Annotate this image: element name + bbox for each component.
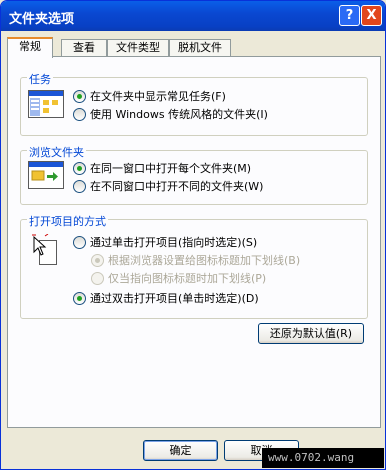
tab-offline-files[interactable]: 脱机文件 — [169, 39, 231, 56]
window-title: 文件夹选项 — [9, 12, 75, 27]
ok-button[interactable]: 确定 — [143, 440, 218, 461]
help-button[interactable]: ? — [339, 5, 360, 26]
radio-selected-icon — [73, 161, 86, 175]
double-click-label: 通过双击打开项目(单击时选定)(D) — [90, 292, 259, 305]
browse-folders-group-label: 浏览文件夹 — [27, 144, 86, 160]
single-click-radio[interactable]: 通过单击打开项目(指向时选定)(S) — [73, 234, 257, 250]
tab-general[interactable]: 常规 — [7, 37, 53, 58]
tasks-group: 任务 在文件夹中显示常见任务(F) 使用 Windows 传统风格的文件夹(I) — [20, 71, 368, 136]
same-window-radio[interactable]: 在同一窗口中打开每个文件夹(M) — [73, 160, 251, 176]
show-common-tasks-radio[interactable]: 在文件夹中显示常见任务(F) — [73, 88, 226, 104]
folder-options-dialog: 文件夹选项 ? X 常规 查看 文件类型 脱机文件 任务 在文件夹中显示常见任务… — [0, 0, 386, 470]
browse-folders-group: 浏览文件夹 在同一窗口中打开每个文件夹(M) 在不同窗口中打开不同的文件夹(W) — [20, 144, 368, 205]
same-window-label: 在同一窗口中打开每个文件夹(M) — [90, 162, 252, 175]
radio-selected-icon — [73, 291, 86, 305]
folder-windows-icon — [28, 161, 64, 189]
radio-unselected-icon — [73, 235, 86, 249]
radio-selected-icon — [73, 89, 86, 103]
window-tasks-icon — [28, 90, 64, 118]
separate-window-label: 在不同窗口中打开不同的文件夹(W) — [90, 180, 264, 193]
underline-browser-label: 根据浏览器设置给图标标题加下划线(B) — [108, 254, 301, 267]
single-click-label: 通过单击打开项目(指向时选定)(S) — [90, 236, 258, 249]
classic-folders-radio[interactable]: 使用 Windows 传统风格的文件夹(I) — [73, 106, 268, 122]
underline-point-label: 仅当指向图标标题时加下划线(P) — [108, 272, 267, 285]
underline-browser-radio[interactable]: 根据浏览器设置给图标标题加下划线(B) — [91, 252, 300, 268]
underline-point-radio[interactable]: 仅当指向图标标题时加下划线(P) — [91, 270, 266, 286]
click-items-group-label: 打开项目的方式 — [27, 213, 108, 229]
show-common-tasks-label: 在文件夹中显示常见任务(F) — [90, 90, 226, 103]
title-bar[interactable]: 文件夹选项 ? X — [1, 1, 385, 31]
close-button[interactable]: X — [361, 5, 382, 26]
tab-file-types[interactable]: 文件类型 — [107, 39, 169, 56]
radio-unselected-icon — [73, 179, 86, 193]
click-items-group: 打开项目的方式 通过单击打开项目(指向时选定)(S) 根据浏览器设置给图标标题加… — [20, 213, 368, 319]
restore-defaults-button[interactable]: 还原为默认值(R) — [258, 323, 364, 344]
radio-unselected-icon — [91, 271, 104, 285]
separate-window-radio[interactable]: 在不同窗口中打开不同的文件夹(W) — [73, 178, 263, 194]
tab-panel-general: 任务 在文件夹中显示常见任务(F) 使用 Windows 传统风格的文件夹(I) — [7, 56, 381, 428]
pointer-click-icon — [32, 234, 57, 265]
double-click-radio[interactable]: 通过双击打开项目(单击时选定)(D) — [73, 290, 259, 306]
tasks-group-label: 任务 — [27, 71, 53, 87]
radio-selected-icon — [91, 253, 104, 267]
watermark: www.0702.wang — [262, 448, 384, 468]
classic-folders-label: 使用 Windows 传统风格的文件夹(I) — [90, 108, 268, 121]
radio-unselected-icon — [73, 107, 86, 121]
tab-view[interactable]: 查看 — [61, 39, 107, 56]
